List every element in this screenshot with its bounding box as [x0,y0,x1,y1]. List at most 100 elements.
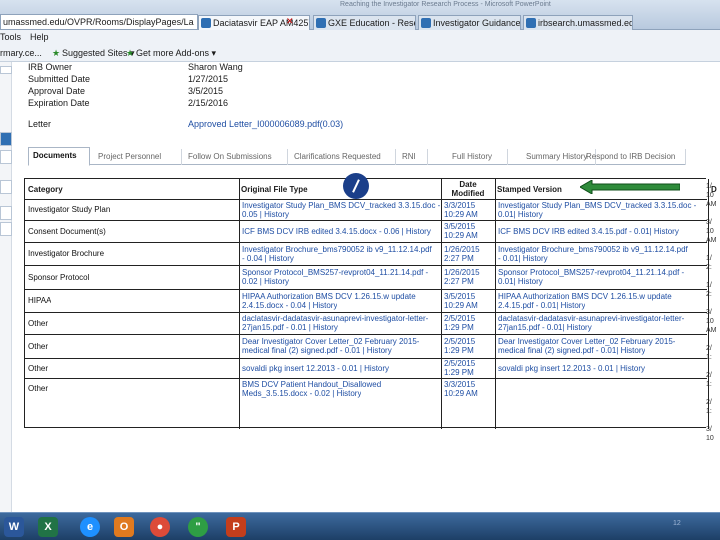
column-header[interactable]: Stamped Version [497,185,562,194]
original-file-link[interactable]: ICF BMS DCV IRB edited 3.4.15.docx - 0.0… [242,227,431,236]
left-control[interactable] [0,132,12,146]
tab-respond-to-irb-decision[interactable]: Respond to IRB Decision [582,149,686,165]
close-tab-icon[interactable]: ✕ [286,16,294,27]
tab-documents[interactable]: Documents [28,147,90,166]
suggested-sites-link[interactable]: Suggested Sites ▾ [62,44,135,62]
left-control[interactable] [0,150,12,164]
taskbar: W X e O ● " P [0,512,720,540]
powerpoint-icon[interactable]: P [226,517,246,537]
stamped-version-link[interactable]: daclatasvir-dadatasvir-asunaprevi-invest… [498,314,684,323]
stamped-version-link[interactable]: ICF BMS DCV IRB edited 3.4.15.pdf - 0.01… [498,227,679,236]
original-file-link[interactable]: medical final (2) signed.pdf - 0.01 | Hi… [242,346,392,355]
page-icon [316,18,326,28]
annotation-circle-icon [343,173,369,199]
add-ons-link[interactable]: Get more Add-ons ▾ [136,44,216,62]
original-file-link[interactable]: Investigator Brochure_bms790052 ib v9_11… [242,245,432,254]
original-file-link[interactable]: Dear Investigator Cover Letter_02 Februa… [242,337,419,346]
info-label: Expiration Date [28,98,90,108]
left-control[interactable] [0,206,12,220]
outlook-icon[interactable]: O [114,517,134,537]
date-modified: 2:27 PM [444,277,474,286]
left-control[interactable] [0,222,12,236]
stamped-version-link[interactable]: Investigator Study Plan_BMS DCV_tracked … [498,201,696,210]
documents-table: Category Original File Type Date Modified S… [24,178,717,429]
internet-explorer-icon[interactable]: e [80,517,100,537]
browser-tab[interactable]: GXE Education - Research | U... [313,15,416,30]
date-modified: 3/3/2015 [444,201,476,210]
tab-project-personnel[interactable]: Project Personnel [94,149,182,165]
original-file-link[interactable]: Sponsor Protocol_BMS257-revprot04_11.21.… [242,268,428,277]
table-row: Investigator Study Plan Investigator Stud… [25,199,707,220]
original-file-link[interactable]: 2.4.15.docx - 0.04 | History [242,301,337,310]
stamped-version-link[interactable]: - 0.01| History [498,254,548,263]
stamped-version-link[interactable]: 0.01| History [498,277,543,286]
stamped-version-link[interactable]: medical final (2) signed.pdf - 0.01| His… [498,346,645,355]
info-value: Sharon Wang [188,62,243,72]
stamped-version-link[interactable]: HIPAA Authorization BMS DCV 1.26.15.w up… [498,292,672,301]
document-category: Investigator Study Plan [28,205,111,214]
address-bar[interactable]: umassmed.edu/OVPR/Rooms/DisplayPages/La [0,14,198,30]
date-modified: 3/5/2015 [444,222,476,231]
info-value: 3/5/2015 [188,86,224,96]
browser-tab-strip: Reaching the Investigator Research Proce… [0,0,720,30]
table-row: Other BMS DCV Patient Handout_Disallowed M… [25,378,707,399]
table-column-divider [708,179,709,429]
approval-letter-link[interactable]: Approved Letter_I000006089.pdf(0.03) [188,119,343,129]
document-category: Consent Document(s) [28,227,106,236]
hangouts-icon[interactable]: " [188,517,208,537]
menu-tools[interactable]: Tools [0,30,21,44]
screenshot: { "browser": { "url": "umassmed.edu/OVPR… [0,0,720,540]
date-modified: 10:29 AM [444,301,478,310]
original-file-link[interactable]: Meds_3.5.15.docx - 0.02 | History [242,389,361,398]
column-header[interactable]: Date Modified [443,180,493,198]
table-row: Sponsor Protocol Sponsor Protocol_BMS257-… [25,265,707,289]
page-icon [526,18,536,28]
original-file-link[interactable]: BMS DCV Patient Handout_Disallowed [242,380,381,389]
table-row: Investigator Brochure Investigator Brochu… [25,242,707,265]
tab-follow-on-submissions[interactable]: Follow On Submissions [184,149,288,165]
tab-clarifications-requested[interactable]: Clarifications Requested [290,149,396,165]
window-title: Reaching the Investigator Research Proce… [340,1,551,8]
original-file-link[interactable]: - 0.04 | History [242,254,294,263]
menu-help[interactable]: Help [30,30,49,44]
date-modified: 3/3/2015 [444,380,476,389]
stamped-version-link[interactable]: 2.4.15.pdf - 0.01| History [498,301,585,310]
document-category: Investigator Brochure [28,249,105,258]
word-icon[interactable]: W [4,517,24,537]
favorites-bar: rmary.ce... ★ Suggested Sites ▾ ★ Get mo… [0,44,720,62]
document-category: HIPAA [28,296,52,305]
left-control[interactable] [0,66,12,74]
info-value: 2/15/2016 [188,98,229,108]
original-file-link[interactable]: Investigator Study Plan_BMS DCV_tracked … [242,201,440,210]
chrome-icon[interactable]: ● [150,517,170,537]
stamped-version-link[interactable]: 27jan15.pdf - 0.01| History [498,323,592,332]
date-modified: 1:29 PM [444,368,474,377]
original-file-link[interactable]: HIPAA Authorization BMS DCV 1.26.15.w up… [242,292,416,301]
document-tabs: Documents Project Personnel Follow On Su… [28,147,686,166]
stamped-version-link[interactable]: Sponsor Protocol_BMS257-revprot04_11.21.… [498,268,684,277]
info-label: IRB Owner [28,62,73,72]
column-header[interactable]: Category [28,185,63,194]
stamped-version-link[interactable]: Investigator Brochure_bms790052 ib v9_11… [498,245,688,254]
excel-icon[interactable]: X [38,517,58,537]
table-row: Other sovaldi pkg insert 12.2013 - 0.01 |… [25,358,707,378]
favorite-link[interactable]: rmary.ce... [0,44,42,62]
left-control[interactable] [0,180,12,194]
date-modified: 1/26/2015 [444,245,480,254]
tab-rni[interactable]: RNI [398,149,428,165]
tab-full-history[interactable]: Full History [448,149,508,165]
stamped-version-link[interactable]: sovaldi pkg insert 12.2013 - 0.01 | Hist… [498,364,645,373]
stamped-version-link[interactable]: 0.01| History [498,210,543,219]
original-file-link[interactable]: 0.05 | History [242,210,289,219]
original-file-link[interactable]: sovaldi pkg insert 12.2013 - 0.01 | Hist… [242,364,389,373]
stamped-version-link[interactable]: Dear Investigator Cover Letter_02 Februa… [498,337,675,346]
document-category: Other [28,319,49,328]
original-file-link[interactable]: daclatasvir-dadatasvir-asunaprevi-invest… [242,314,428,323]
original-file-link[interactable]: 27jan15.pdf - 0.01 | History [242,323,338,332]
arrow-left-icon [580,180,680,194]
browser-tab[interactable]: irbsearch.umassmed.edu [523,15,633,30]
column-header[interactable]: Original File Type [241,185,308,194]
original-file-link[interactable]: 0.02 | History [242,277,289,286]
column-header[interactable]: D [711,185,717,194]
browser-tab[interactable]: Investigator Guidance [418,15,521,30]
